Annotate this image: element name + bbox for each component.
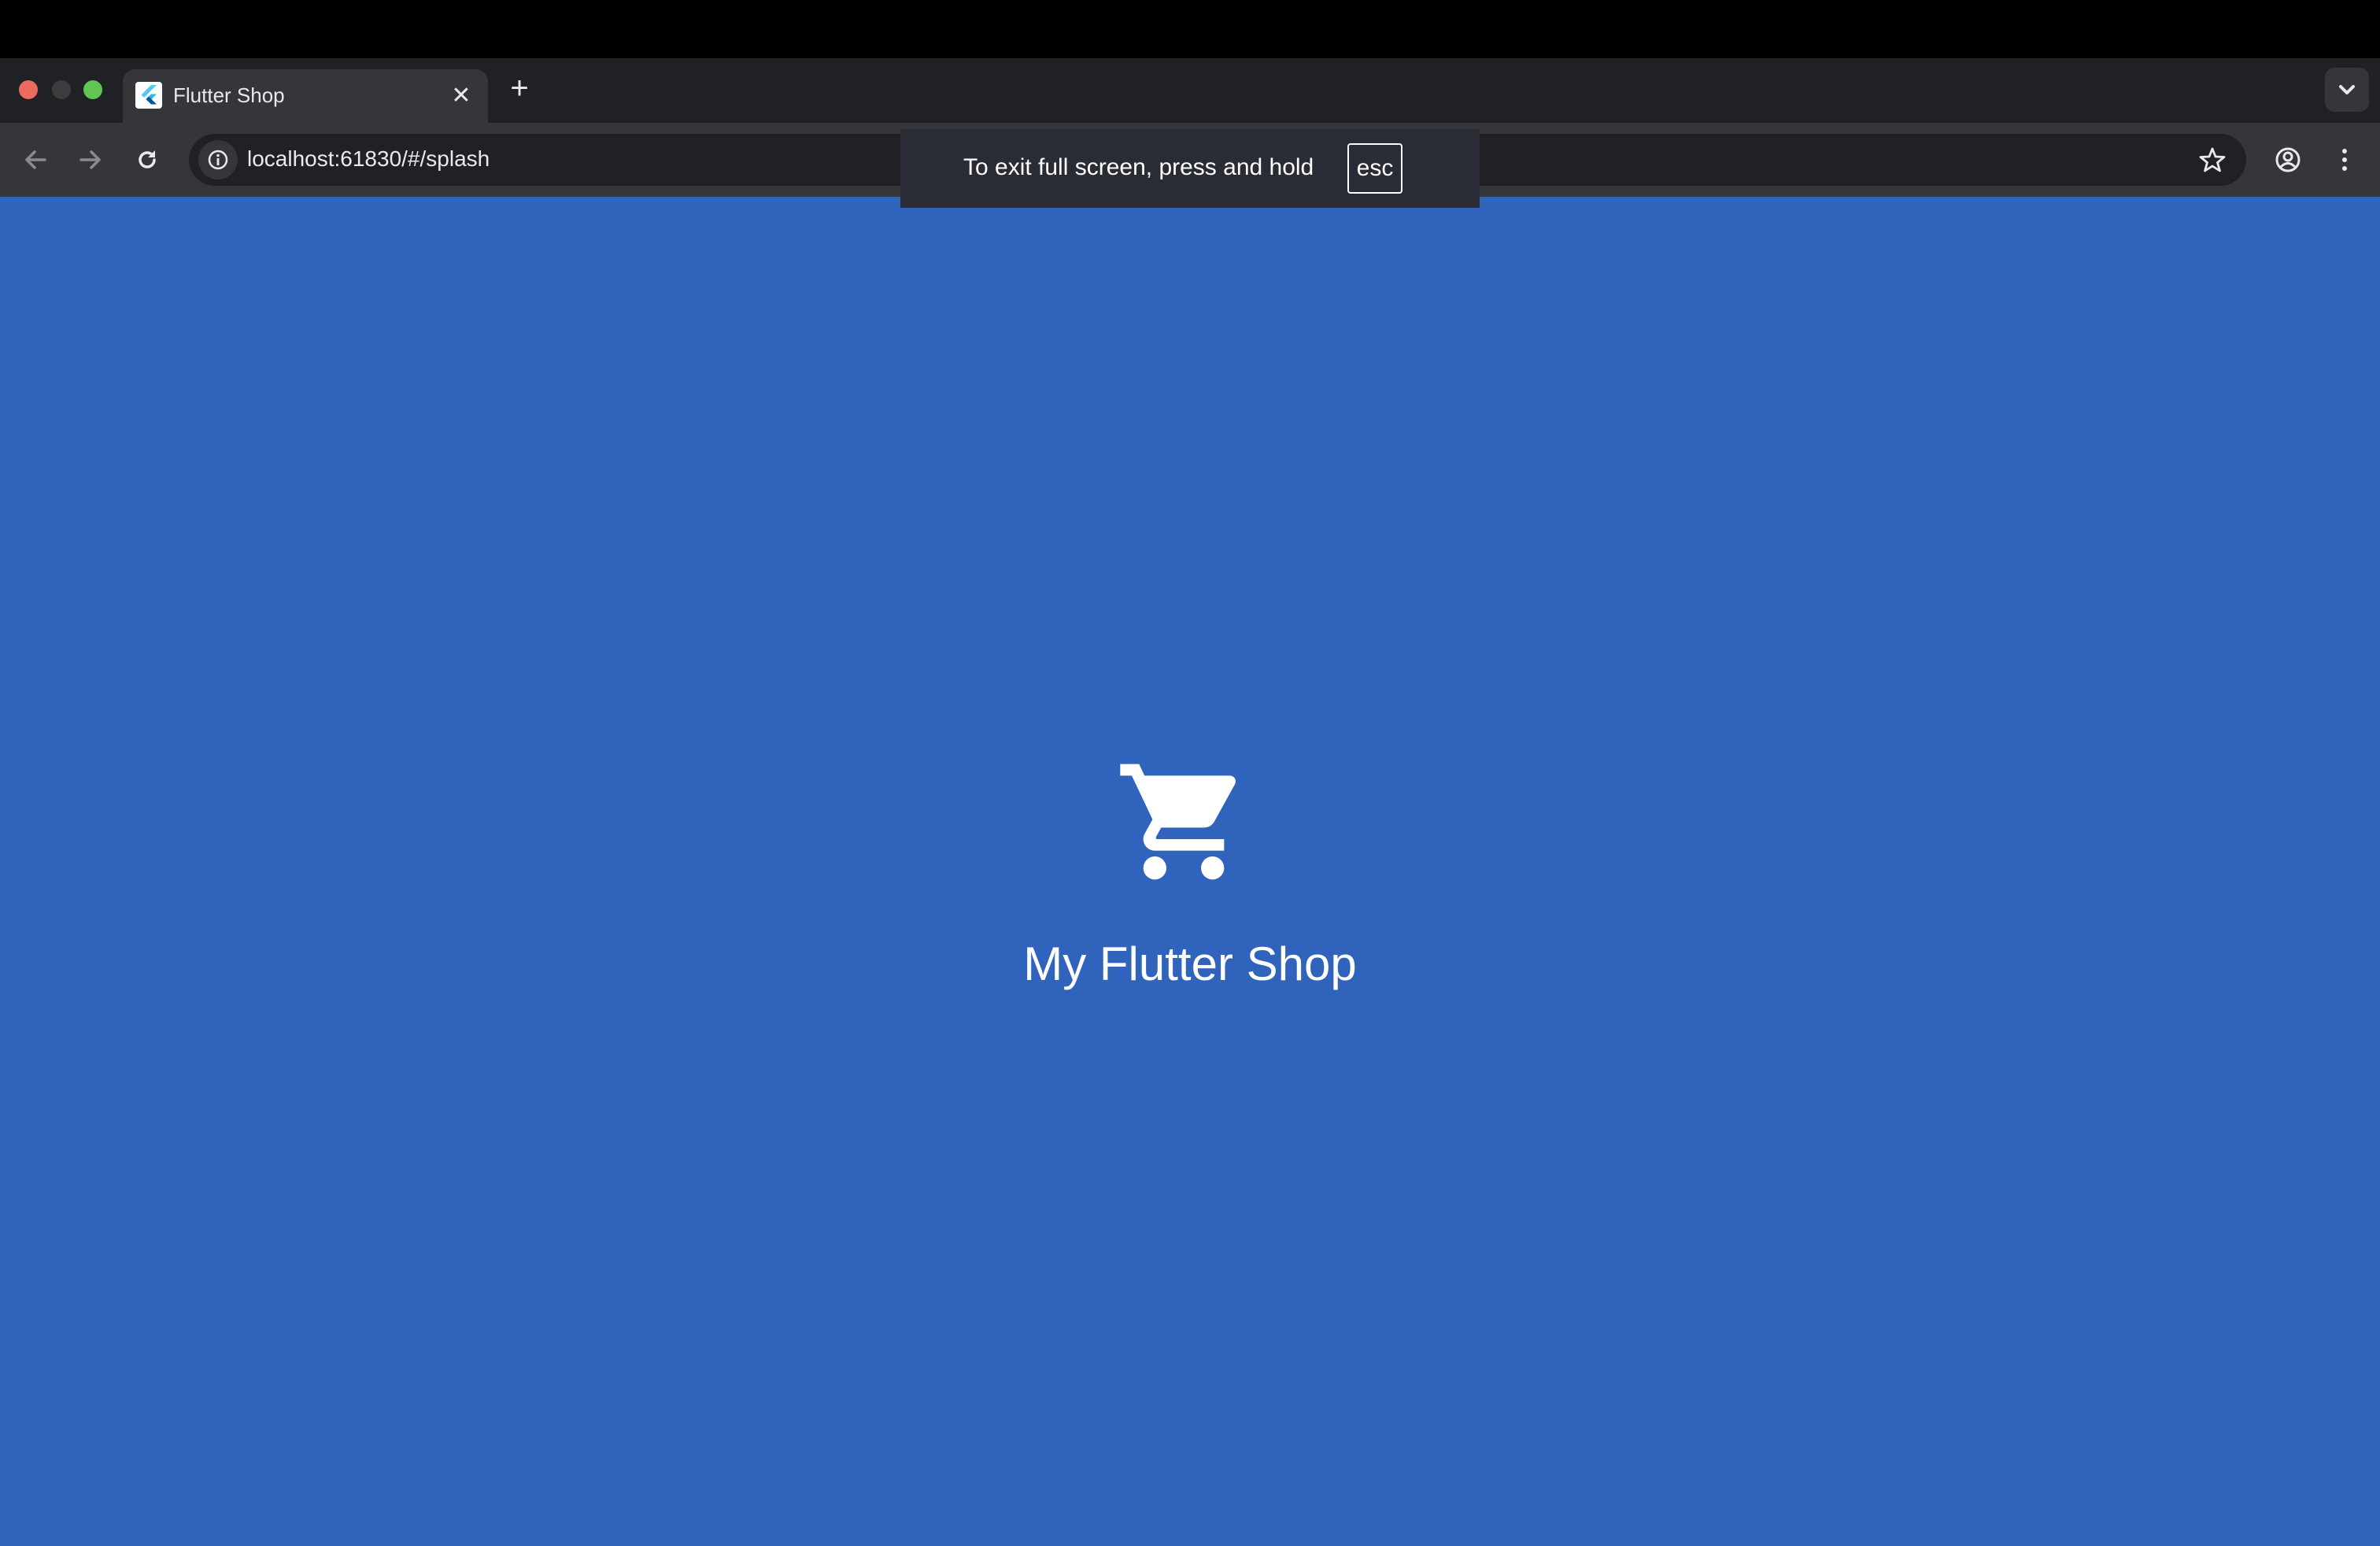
tab-close-button[interactable]: ✕ [445,80,477,112]
profile-icon[interactable] [2268,140,2308,179]
reload-icon[interactable] [128,140,167,179]
tab-strip: Flutter Shop ✕ + [0,58,2380,123]
tab-title: Flutter Shop [173,83,285,107]
app-title: My Flutter Shop [1023,938,1357,990]
flutter-logo-icon [135,82,162,109]
app-splash-screen: My Flutter Shop [0,197,2380,1546]
window-minimize-button[interactable] [52,80,71,99]
screen: Flutter Shop ✕ + localhost:61830/#/splas… [0,0,2380,1546]
menu-icon[interactable] [2325,140,2364,179]
browser-tab[interactable]: Flutter Shop ✕ [123,69,488,123]
new-tab-button[interactable]: + [504,72,535,104]
star-icon[interactable] [2194,142,2230,178]
menu-bar-area [0,0,2380,58]
back-icon[interactable] [16,140,55,179]
fullscreen-notice-text: To exit full screen, press and hold [963,154,1314,180]
window-close-button[interactable] [19,80,38,99]
tab-search-icon[interactable] [2325,68,2369,112]
fullscreen-exit-notice: To exit full screen, press and hold esc [900,129,1480,208]
url-text[interactable]: localhost:61830/#/splash [247,146,490,172]
forward-icon[interactable] [71,140,110,179]
window-maximize-button[interactable] [83,80,102,99]
esc-key-badge: esc [1347,143,1402,194]
info-icon[interactable] [198,140,238,179]
shopping-cart-icon [1114,753,1253,891]
